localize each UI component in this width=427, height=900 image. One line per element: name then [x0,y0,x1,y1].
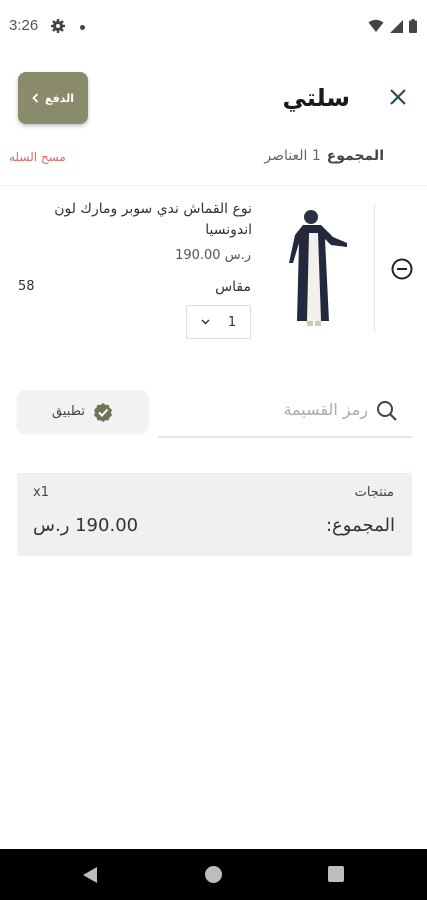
chevron-down-icon [201,319,210,325]
coupon-section: تطبيق رمز القسيمة [0,386,427,446]
status-icons [368,18,417,37]
cart-header: الدفع سلتي [0,60,427,140]
divider [0,185,427,186]
products-count: x1 [33,485,49,500]
status-bar: 3:26 [0,0,427,56]
chevron-left-icon [32,93,39,103]
navigation-bar [0,849,427,900]
status-time: 3:26 [9,17,39,34]
cart-summary: مسح السله المجموع 1 العناصر [0,146,427,170]
size-label: مقاس [215,279,251,295]
size-value: 58 [18,279,35,294]
apply-coupon-button[interactable]: تطبيق [17,390,148,433]
remove-item-icon[interactable] [391,258,413,284]
product-image[interactable] [263,203,375,333]
search-icon [376,400,398,426]
quantity-value: 1 [227,314,237,330]
total-label: المجموع: [325,515,395,536]
clear-cart-link[interactable]: مسح السله [9,150,66,164]
summary-label: المجموع [326,148,384,164]
product-price: ر.س 190.00 [175,248,251,263]
items-count: 1 العناصر [264,148,321,164]
signal-icon [390,18,403,37]
settings-gear-icon [50,18,66,38]
products-label: منتجات [354,485,394,500]
close-icon[interactable] [389,88,407,110]
coupon-input[interactable]: رمز القسيمة [158,386,412,438]
apply-label: تطبيق [52,404,85,419]
home-icon[interactable] [205,866,222,883]
checkout-button[interactable]: الدفع [18,72,88,124]
back-icon[interactable] [82,866,98,888]
verified-check-icon [94,402,112,422]
items-summary: المجموع 1 العناصر [264,148,384,164]
product-name[interactable]: نوع القماش ندي سوبر ومارك لون اندونسيا [22,199,252,241]
battery-icon [409,18,417,37]
cart-item: نوع القماش ندي سوبر ومارك لون اندونسيا ر… [0,195,427,350]
wifi-icon [368,18,384,37]
checkout-label: الدفع [45,91,74,105]
page-title: سلتي [282,84,350,112]
order-totals: منتجات x1 المجموع: 190.00 ر.س [17,473,412,556]
coupon-placeholder: رمز القسيمة [283,400,368,419]
notification-dot-icon [80,25,85,30]
recent-apps-icon[interactable] [328,866,344,882]
total-value: 190.00 ر.س [33,515,139,536]
quantity-select[interactable]: 1 [186,305,251,339]
